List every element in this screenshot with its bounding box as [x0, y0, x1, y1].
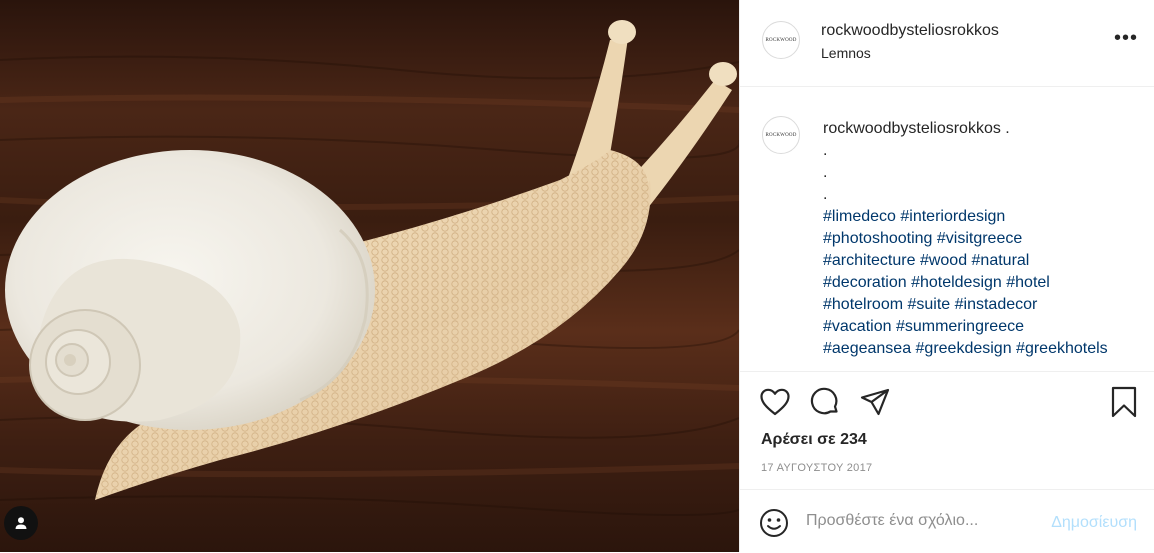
post-header: ROCKWOOD rockwoodbysteliosrokkos Lemnos … — [740, 0, 1154, 87]
location-link[interactable]: Lemnos — [821, 45, 871, 61]
action-bar: Αρέσει σε 234 17 ΑΥΓΟΥΣΤΟΥ 2017 — [740, 371, 1154, 490]
emoji-icon[interactable] — [759, 508, 791, 540]
bookmark-icon[interactable] — [1108, 386, 1140, 418]
user-tag-icon[interactable] — [4, 506, 38, 540]
caption-text: . — [1000, 120, 1010, 137]
caption-avatar[interactable]: ROCKWOOD — [762, 116, 800, 154]
post-photo[interactable] — [0, 0, 739, 552]
more-options-icon[interactable]: ••• — [1114, 28, 1138, 48]
comment-icon[interactable] — [809, 386, 841, 418]
caption-dot: . — [823, 142, 828, 159]
snail-photo — [0, 0, 739, 552]
heart-icon[interactable] — [759, 386, 791, 418]
likes-count[interactable]: Αρέσει σε 234 — [761, 431, 867, 449]
hashtag-line[interactable]: #aegeansea #greekdesign #greekhotels — [823, 338, 1143, 360]
post-date[interactable]: 17 ΑΥΓΟΥΣΤΟΥ 2017 — [761, 462, 872, 474]
hashtag-line[interactable]: #decoration #hoteldesign #hotel — [823, 272, 1143, 294]
username-link[interactable]: rockwoodbysteliosrokkos — [821, 22, 999, 40]
add-comment-bar: Δημοσίευση — [740, 489, 1154, 553]
caption: rockwoodbysteliosrokkos . . . . #limedec… — [823, 118, 1143, 360]
comment-input[interactable] — [806, 506, 1026, 536]
hashtag-line[interactable]: #limedeco #interiordesign — [823, 206, 1143, 228]
caption-dot: . — [823, 186, 828, 203]
comments-area[interactable]: ROCKWOOD rockwoodbysteliosrokkos . . . .… — [740, 87, 1154, 370]
avatar-logo-text: ROCKWOOD — [765, 37, 797, 43]
hashtag-line[interactable]: #photoshooting #visitgreece — [823, 228, 1143, 250]
caption-username[interactable]: rockwoodbysteliosrokkos — [823, 120, 1001, 137]
hashtag-line[interactable]: #architecture #wood #natural — [823, 250, 1143, 272]
avatar[interactable]: ROCKWOOD — [762, 21, 800, 59]
caption-dot: . — [823, 164, 828, 181]
post-comment-button[interactable]: Δημοσίευση — [1051, 514, 1137, 532]
post-panel: ROCKWOOD rockwoodbysteliosrokkos Lemnos … — [739, 0, 1154, 552]
hashtag-line[interactable]: #hotelroom #suite #instadecor — [823, 294, 1143, 316]
hashtag-line[interactable]: #vacation #summeringreece — [823, 316, 1143, 338]
avatar-logo-text: ROCKWOOD — [765, 132, 797, 138]
share-icon[interactable] — [859, 386, 891, 418]
